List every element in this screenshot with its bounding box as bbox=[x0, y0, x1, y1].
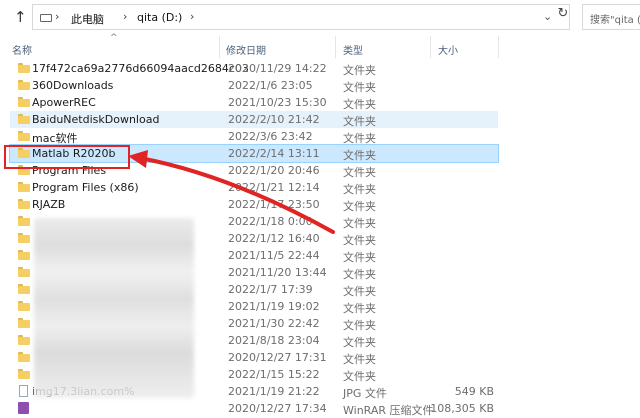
annotation-arrow bbox=[128, 150, 335, 234]
